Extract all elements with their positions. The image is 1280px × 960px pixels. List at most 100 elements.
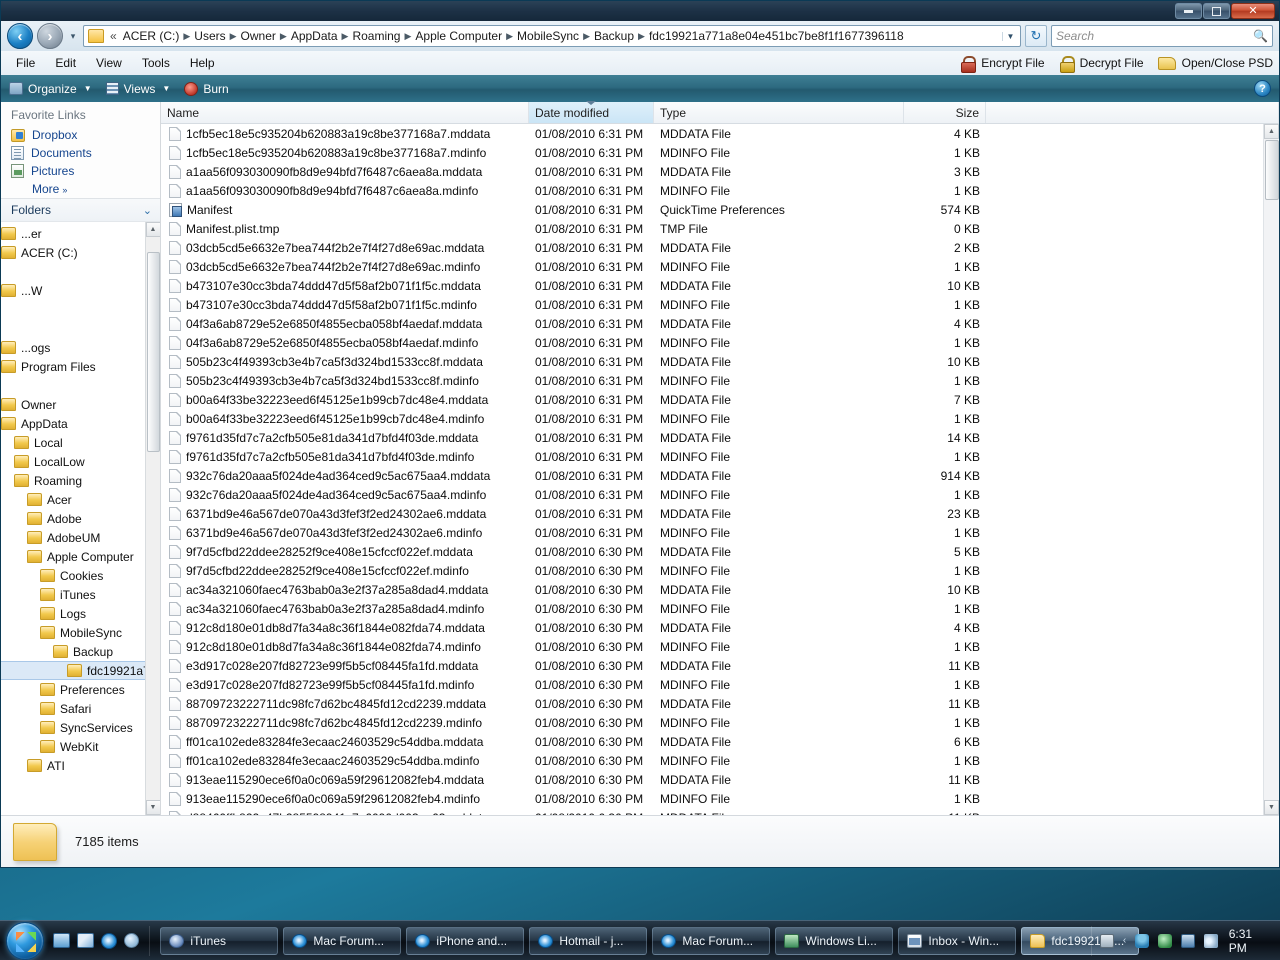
table-row[interactable]: b00a64f33be32223eed6f45125e1b99cb7dc48e4… bbox=[161, 409, 1263, 428]
table-row[interactable]: 9f7d5cfbd22ddee28252f9ce408e15cfccf022ef… bbox=[161, 542, 1263, 561]
tree-item[interactable]: AppData bbox=[1, 414, 155, 433]
chevron-down-icon[interactable]: ▼ bbox=[1002, 31, 1018, 41]
breadcrumb-item-mobilesync[interactable]: MobileSync bbox=[514, 27, 582, 45]
refresh-button[interactable]: ↻ bbox=[1025, 25, 1047, 47]
tree-item[interactable]: AdobeUM bbox=[1, 528, 155, 547]
table-row[interactable]: Manifest.plist.tmp 01/08/2010 6:31 PM TMP … bbox=[161, 219, 1263, 238]
restore-button[interactable] bbox=[1203, 3, 1230, 19]
menu-view[interactable]: View bbox=[87, 53, 131, 73]
table-row[interactable]: b473107e30cc3bda74ddd47d5f58af2b071f1f5c… bbox=[161, 295, 1263, 314]
table-row[interactable]: b00a64f33be32223eed6f45125e1b99cb7dc48e4… bbox=[161, 390, 1263, 409]
tree-item[interactable]: ACER (C:) bbox=[1, 243, 155, 262]
menu-edit[interactable]: Edit bbox=[46, 53, 85, 73]
scroll-thumb[interactable] bbox=[1264, 140, 1279, 200]
tree-item[interactable]: Cookies bbox=[1, 566, 155, 585]
breadcrumb-item-owner[interactable]: Owner bbox=[238, 27, 279, 45]
tree-item[interactable]: Local bbox=[1, 433, 155, 452]
sidebar-item-pictures[interactable]: Pictures bbox=[1, 162, 160, 180]
scroll-thumb[interactable] bbox=[146, 252, 160, 452]
file-list-scrollbar[interactable]: ▲ ▼ bbox=[1263, 124, 1279, 815]
tree-item[interactable]: Safari bbox=[1, 699, 155, 718]
table-row[interactable]: f9761d35fd7c7a2cfb505e81da341d7bfd4f03de… bbox=[161, 447, 1263, 466]
network-icon[interactable] bbox=[1180, 933, 1195, 948]
breadcrumb-item-backup-guid[interactable]: fdc19921a771a8e04e451bc7be8f1f1677396118 bbox=[646, 27, 907, 45]
taskbar-button[interactable]: Mac Forum... bbox=[283, 926, 402, 955]
burn-button[interactable]: Burn bbox=[184, 81, 229, 96]
sidebar-item-dropbox[interactable]: Dropbox bbox=[1, 126, 160, 144]
tree-item[interactable] bbox=[1, 319, 155, 338]
minimize-button[interactable] bbox=[1175, 3, 1202, 19]
show-hidden-icons-button[interactable]: ‹ bbox=[1123, 935, 1126, 946]
table-row[interactable]: d88460ffb822e47b285598941c7e6090d093aa63… bbox=[161, 808, 1263, 815]
views-button[interactable]: Views ▼ bbox=[105, 82, 170, 96]
menu-tools[interactable]: Tools bbox=[133, 53, 179, 73]
history-dropdown-button[interactable]: ▾ bbox=[67, 31, 79, 42]
clock[interactable]: 6:31 PM bbox=[1227, 927, 1270, 955]
table-row[interactable]: 913eae115290ece6f0a0c069a59f29612082feb4… bbox=[161, 770, 1263, 789]
sidebar-more-button[interactable]: More» bbox=[1, 180, 160, 198]
tree-item[interactable]: iTunes bbox=[1, 585, 155, 604]
table-row[interactable]: 88709723222711dc98fc7d62bc4845fd12cd2239… bbox=[161, 694, 1263, 713]
table-row[interactable]: 912c8d180e01db8d7fa34a8c36f1844e082fda74… bbox=[161, 618, 1263, 637]
table-row[interactable]: 505b23c4f49393cb3e4b7ca5f3d324bd1533cc8f… bbox=[161, 352, 1263, 371]
table-row[interactable]: a1aa56f093030090fb8d9e94bfd7f6487c6aea8a… bbox=[161, 181, 1263, 200]
user-account-icon[interactable] bbox=[1135, 933, 1150, 948]
keyboard-icon[interactable] bbox=[1099, 933, 1114, 948]
table-row[interactable]: 913eae115290ece6f0a0c069a59f29612082feb4… bbox=[161, 789, 1263, 808]
security-shield-icon[interactable] bbox=[1158, 933, 1172, 948]
taskbar-button[interactable]: Hotmail - j... bbox=[529, 926, 648, 955]
tree-item[interactable]: WebKit bbox=[1, 737, 155, 756]
scroll-up-arrow-icon[interactable]: ▲ bbox=[1264, 124, 1279, 139]
tree-item[interactable]: ATI bbox=[1, 756, 155, 775]
search-box[interactable]: 🔍 bbox=[1051, 25, 1273, 47]
table-row[interactable]: 9f7d5cfbd22ddee28252f9ce408e15cfccf022ef… bbox=[161, 561, 1263, 580]
table-row[interactable]: 1cfb5ec18e5c935204b620883a19c8be377168a7… bbox=[161, 124, 1263, 143]
tree-item[interactable]: LocalLow bbox=[1, 452, 155, 471]
table-row[interactable]: e3d917c028e207fd82723e99f5b5cf08445fa1fd… bbox=[161, 675, 1263, 694]
scroll-down-arrow-icon[interactable]: ▼ bbox=[1264, 800, 1279, 815]
column-header-date-modified[interactable]: Date modified bbox=[529, 101, 654, 123]
breadcrumb-item-roaming[interactable]: Roaming bbox=[349, 27, 403, 45]
breadcrumb-overflow[interactable]: « bbox=[107, 27, 120, 45]
tree-item[interactable]: SyncServices bbox=[1, 718, 155, 737]
encrypt-file-button[interactable]: Encrypt File bbox=[960, 55, 1045, 73]
tree-item[interactable]: Owner bbox=[1, 395, 155, 414]
close-button[interactable]: ✕ bbox=[1231, 3, 1275, 19]
table-row[interactable]: 932c76da20aaa5f024de4ad364ced9c5ac675aa4… bbox=[161, 485, 1263, 504]
table-row[interactable]: 6371bd9e46a567de070a43d3fef3f2ed24302ae6… bbox=[161, 504, 1263, 523]
taskbar-button[interactable]: iTunes bbox=[160, 926, 279, 955]
open-close-psd-button[interactable]: Open/Close PSD bbox=[1157, 56, 1273, 70]
internet-explorer-icon[interactable] bbox=[101, 932, 118, 949]
taskbar-button[interactable]: Inbox - Win... bbox=[898, 926, 1017, 955]
column-header-size[interactable]: Size bbox=[904, 102, 986, 123]
back-button[interactable]: ‹ bbox=[7, 23, 33, 49]
taskbar-button[interactable]: Mac Forum... bbox=[652, 926, 771, 955]
scroll-up-arrow-icon[interactable]: ▲ bbox=[145, 222, 160, 237]
table-row[interactable]: 912c8d180e01db8d7fa34a8c36f1844e082fda74… bbox=[161, 637, 1263, 656]
table-row[interactable]: b473107e30cc3bda74ddd47d5f58af2b071f1f5c… bbox=[161, 276, 1263, 295]
tree-item[interactable] bbox=[1, 300, 155, 319]
tree-item[interactable]: Program Files bbox=[1, 357, 155, 376]
table-row[interactable]: 04f3a6ab8729e52e6850f4855ecba058bf4aedaf… bbox=[161, 314, 1263, 333]
forward-button[interactable]: › bbox=[37, 23, 63, 49]
tree-item[interactable]: MobileSync bbox=[1, 623, 155, 642]
table-row[interactable]: 03dcb5cd5e6632e7bea744f2b2e7f4f27d8e69ac… bbox=[161, 257, 1263, 276]
tree-item[interactable] bbox=[1, 262, 155, 281]
tree-item[interactable]: ...W bbox=[1, 281, 155, 300]
menu-help[interactable]: Help bbox=[181, 53, 224, 73]
decrypt-file-button[interactable]: Decrypt File bbox=[1059, 55, 1144, 73]
menu-file[interactable]: File bbox=[7, 53, 44, 73]
folder-tree-scrollbar[interactable]: ▲ ▼ bbox=[145, 222, 160, 815]
taskbar-button[interactable]: Windows Li... bbox=[775, 926, 894, 955]
search-input[interactable] bbox=[1056, 29, 1254, 43]
breadcrumb-item-backup[interactable]: Backup bbox=[591, 27, 637, 45]
taskbar-button[interactable]: iPhone and... bbox=[406, 926, 525, 955]
show-desktop-icon[interactable] bbox=[53, 933, 71, 948]
table-row[interactable]: e3d917c028e207fd82723e99f5b5cf08445fa1fd… bbox=[161, 656, 1263, 675]
breadcrumb-item-users[interactable]: Users bbox=[191, 27, 228, 45]
scroll-down-arrow-icon[interactable]: ▼ bbox=[145, 800, 160, 815]
table-row[interactable]: 6371bd9e46a567de070a43d3fef3f2ed24302ae6… bbox=[161, 523, 1263, 542]
help-icon[interactable]: ? bbox=[1254, 80, 1271, 97]
table-row[interactable]: Manifest 01/08/2010 6:31 PM QuickTime Pref… bbox=[161, 200, 1263, 219]
tree-item[interactable]: ...ogs bbox=[1, 338, 155, 357]
